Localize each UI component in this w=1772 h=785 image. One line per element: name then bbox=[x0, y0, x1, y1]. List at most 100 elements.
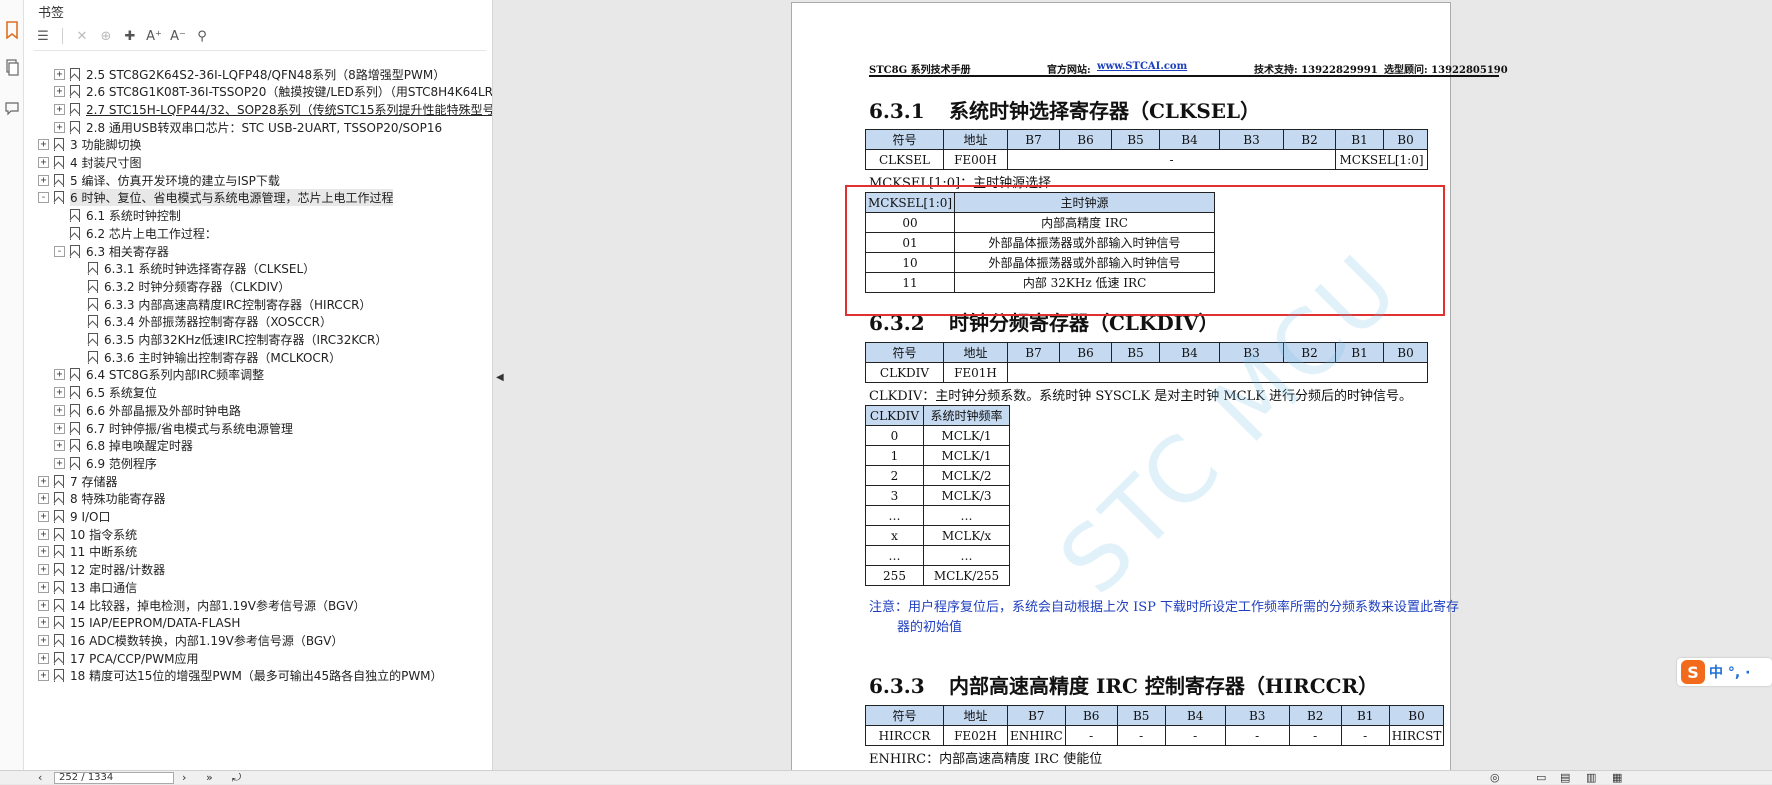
header-cell: B7 bbox=[1007, 705, 1066, 726]
collapse-panel-icon[interactable]: ◀ bbox=[496, 372, 504, 383]
header-cell: B3 bbox=[1219, 129, 1284, 150]
header-cell: 符号 bbox=[865, 342, 944, 363]
expand-icon[interactable]: + bbox=[54, 68, 65, 80]
header-cell: CLKDIV bbox=[865, 405, 924, 426]
bookmark-panel-icon[interactable] bbox=[2, 18, 22, 42]
expand-icon[interactable]: + bbox=[38, 139, 49, 151]
new-bookmark-icon[interactable]: ⊕ bbox=[97, 27, 115, 45]
bookmark-label: 6.2 芯片上电工作过程： bbox=[86, 226, 217, 241]
delete-bookmark-icon[interactable]: ✕ bbox=[73, 27, 91, 45]
expand-icon[interactable]: + bbox=[54, 457, 65, 469]
bookmark-label: 15 IAP/EEPROM/DATA-FLASH bbox=[70, 615, 241, 630]
bookmark-icon bbox=[88, 279, 98, 293]
status-bar: ‹ 252 / 1334 › » ⤾ ◎ ▭ ▤ ▥ ▦ bbox=[0, 770, 1772, 784]
section-6-3-1-heading: 6.3.1 系统时钟选择寄存器（CLKSEL） bbox=[869, 99, 1261, 123]
expand-icon[interactable]: + bbox=[54, 387, 65, 399]
ime-toolbar[interactable]: S 中 °, · bbox=[1677, 658, 1772, 686]
bookmark-label: 6.3.6 主时钟输出控制寄存器（MCLKOCR） bbox=[104, 350, 342, 365]
header-cell: B6 bbox=[1064, 705, 1118, 726]
header-cell: B2 bbox=[1288, 705, 1342, 726]
continuous-page-icon[interactable]: ▤ bbox=[1560, 771, 1570, 785]
expand-icon[interactable]: + bbox=[54, 121, 65, 133]
expand-icon[interactable]: + bbox=[38, 599, 49, 611]
bookmark-label: 3 功能脚切换 bbox=[70, 138, 142, 153]
single-page-icon[interactable]: ▭ bbox=[1536, 771, 1546, 785]
page-number-input[interactable]: 252 / 1334 bbox=[54, 772, 174, 784]
bookmark-label: 6.5 系统复位 bbox=[86, 386, 157, 401]
bookmark-icon bbox=[70, 226, 80, 240]
side-rail bbox=[0, 0, 24, 784]
header-support: 技术支持: 13922829991 bbox=[1254, 65, 1378, 76]
bookmark-icon bbox=[70, 421, 80, 435]
bookmark-icon bbox=[54, 616, 64, 630]
table-cell: 255 bbox=[865, 565, 924, 586]
comments-icon[interactable] bbox=[2, 96, 22, 120]
bookmark-label: 6.9 范例程序 bbox=[86, 456, 157, 471]
bookmark-label: 14 比较器，掉电检测，内部1.19V参考信号源（BGV） bbox=[70, 598, 366, 613]
header-cell: B0 bbox=[1388, 705, 1445, 726]
add-bookmark-icon[interactable]: ✚ bbox=[121, 27, 139, 45]
expand-icon[interactable]: + bbox=[54, 369, 65, 381]
two-page-icon[interactable]: ▥ bbox=[1586, 771, 1596, 785]
expand-icon[interactable]: + bbox=[38, 475, 49, 487]
table-cell: - bbox=[1224, 725, 1290, 746]
expand-icon[interactable]: + bbox=[38, 617, 49, 629]
expand-icon[interactable]: + bbox=[38, 581, 49, 593]
expand-icon[interactable]: + bbox=[38, 670, 49, 682]
prev-page-icon[interactable]: ‹ bbox=[38, 771, 42, 785]
bookmark-icon bbox=[54, 580, 64, 594]
bookmark-label: 11 中断系统 bbox=[70, 545, 138, 560]
table-cell: HIRCST bbox=[1388, 725, 1445, 746]
header-site-link[interactable]: www.STCAI.com bbox=[1097, 61, 1187, 72]
expand-icon[interactable]: + bbox=[38, 652, 49, 664]
bookmark-item[interactable]: +18 精度可达15位的增强型PWM（最多可输出45路各自独立的PWM） bbox=[38, 666, 443, 686]
bookmark-icon bbox=[54, 545, 64, 559]
table-row: CLKSEL FE00H - MCKSEL[1:0] bbox=[865, 149, 1428, 170]
expand-icon[interactable]: + bbox=[54, 422, 65, 434]
rotate-icon[interactable]: ⤾ bbox=[232, 771, 241, 785]
expand-icon[interactable]: + bbox=[38, 511, 49, 522]
expand-icon[interactable]: + bbox=[54, 404, 65, 416]
font-increase-icon[interactable]: A⁺ bbox=[145, 27, 163, 45]
header-cell: B1 bbox=[1335, 129, 1384, 150]
panel-title: 书签 bbox=[38, 6, 65, 21]
expand-icon[interactable]: + bbox=[38, 546, 49, 558]
fit-icon[interactable]: ◎ bbox=[1490, 771, 1500, 785]
search-bookmark-icon[interactable]: ⚲ bbox=[193, 27, 211, 45]
bookmark-panel: 书签 ☰ ✕ ⊕ ✚ A⁺ A⁻ ⚲ +2.5 STC8G2K64S2-36I-… bbox=[24, 0, 493, 770]
bookmark-label: 6.3.2 时钟分频寄存器（CLKDIV） bbox=[104, 279, 291, 294]
bookmark-icon bbox=[70, 439, 80, 453]
expand-icon[interactable]: + bbox=[54, 440, 65, 452]
font-decrease-icon[interactable]: A⁻ bbox=[169, 27, 187, 45]
expand-icon[interactable]: + bbox=[38, 493, 49, 505]
expand-icon[interactable]: + bbox=[38, 157, 49, 168]
table-cell: x bbox=[865, 525, 924, 546]
pdf-reader-window: 书签 ☰ ✕ ⊕ ✚ A⁺ A⁻ ⚲ +2.5 STC8G2K64S2-36I-… bbox=[0, 0, 1772, 784]
thumbnails-icon[interactable] bbox=[2, 56, 22, 80]
bookmark-label: 4 封装尺寸图 bbox=[70, 156, 142, 170]
next-page-icon[interactable]: › bbox=[182, 771, 186, 785]
collapse-icon[interactable]: - bbox=[38, 192, 49, 204]
table-cell: … bbox=[865, 545, 924, 566]
header-cell: B7 bbox=[1007, 129, 1060, 150]
last-page-icon[interactable]: » bbox=[206, 771, 213, 785]
expand-icon[interactable]: + bbox=[38, 174, 49, 186]
expand-icon[interactable]: + bbox=[54, 86, 65, 98]
expand-icon[interactable]: + bbox=[54, 103, 65, 115]
bookmark-icon bbox=[70, 85, 80, 99]
bookmark-icon bbox=[70, 120, 80, 134]
collapse-icon[interactable]: - bbox=[54, 245, 65, 257]
bookmark-icon bbox=[88, 315, 98, 329]
bookmark-icon bbox=[54, 669, 64, 683]
bookmark-label: 10 指令系统 bbox=[70, 527, 138, 542]
expand-icon[interactable]: + bbox=[38, 564, 49, 576]
header-cell: B3 bbox=[1224, 705, 1290, 726]
list-icon[interactable]: ☰ bbox=[34, 27, 52, 45]
table-row: 2 MCLK/2 bbox=[865, 465, 1010, 486]
bookmark-icon bbox=[54, 510, 64, 523]
book-view-icon[interactable]: ▦ bbox=[1612, 771, 1622, 785]
expand-icon[interactable]: + bbox=[38, 528, 49, 540]
expand-icon[interactable]: + bbox=[38, 634, 49, 646]
header-cell: B5 bbox=[1116, 705, 1166, 726]
header-rule bbox=[869, 75, 1499, 77]
